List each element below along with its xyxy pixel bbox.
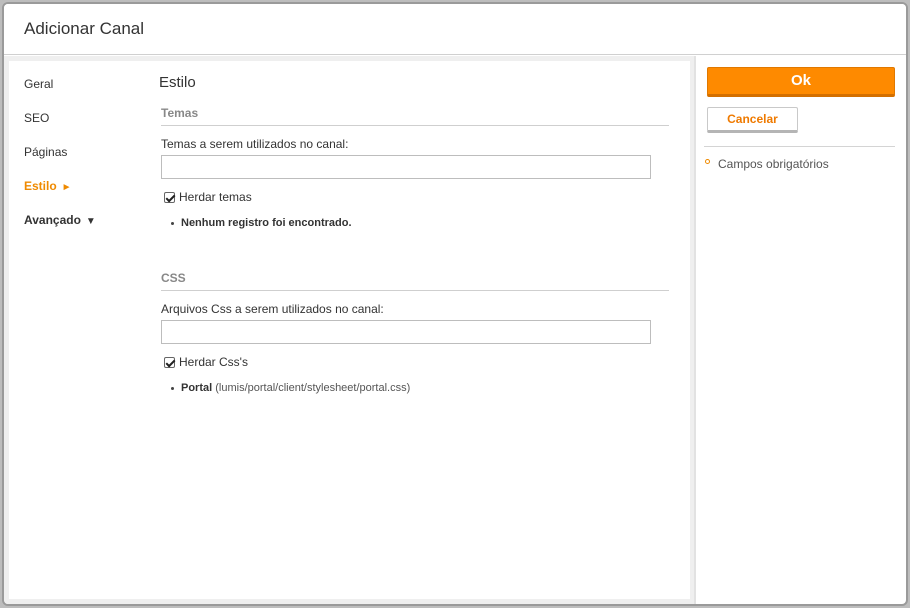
ok-button[interactable]: Ok	[707, 67, 895, 97]
add-channel-dialog: Adicionar Canal Geral SEO Páginas Estilo…	[2, 2, 908, 606]
temas-header: Temas	[161, 106, 669, 126]
herdar-temas-row[interactable]: Herdar temas	[164, 190, 252, 204]
css-item-name: Portal	[181, 382, 213, 394]
nav-item-avancado[interactable]: Avançado ▼	[24, 213, 96, 227]
vertical-divider	[694, 56, 696, 604]
css-item-path: (lumis/portal/client/stylesheet/portal.c…	[215, 382, 411, 394]
main-area: Geral SEO Páginas Estilo ► Avançado ▼ Esti…	[4, 56, 694, 604]
nav-item-geral[interactable]: Geral	[24, 77, 53, 91]
herdar-temas-checkbox[interactable]	[164, 191, 175, 203]
herdar-css-row[interactable]: Herdar Css's	[164, 355, 248, 369]
css-field-label: Arquivos Css a serem utilizados no canal…	[161, 302, 384, 316]
nav-item-label: Páginas	[24, 145, 68, 159]
nav-item-label: Geral	[24, 77, 54, 91]
css-header: CSS	[161, 271, 669, 291]
nav-item-seo[interactable]: SEO	[24, 111, 49, 125]
temas-input[interactable]	[161, 155, 651, 179]
herdar-css-label: Herdar Css's	[179, 355, 248, 369]
main-panel: Geral SEO Páginas Estilo ► Avançado ▼ Esti…	[9, 61, 690, 599]
css-input[interactable]	[161, 320, 651, 344]
nav-item-label: Avançado	[24, 213, 81, 227]
nav-item-label: SEO	[24, 111, 50, 125]
herdar-temas-label: Herdar temas	[179, 190, 252, 204]
list-item: Nenhum registro foi encontrado.	[171, 217, 352, 229]
dialog-title-bar: Adicionar Canal	[4, 4, 906, 55]
sidebar-divider	[704, 146, 895, 147]
nav-item-label: Estilo	[24, 179, 57, 193]
nav-item-estilo[interactable]: Estilo ►	[24, 179, 72, 193]
temas-field-label: Temas a serem utilizados no canal:	[161, 137, 349, 151]
dialog-title: Adicionar Canal	[24, 19, 145, 38]
required-icon	[705, 158, 710, 164]
chevron-right-icon: ►	[61, 182, 72, 193]
empty-message: Nenhum registro foi encontrado.	[181, 217, 352, 229]
herdar-css-checkbox[interactable]	[164, 356, 175, 368]
required-fields-note: Campos obrigatórios	[705, 157, 829, 171]
required-note-text: Campos obrigatórios	[718, 157, 829, 171]
chevron-down-icon: ▼	[85, 216, 96, 227]
section-title: Estilo	[159, 74, 196, 91]
nav-item-paginas[interactable]: Páginas	[24, 145, 67, 159]
cancel-button[interactable]: Cancelar	[707, 107, 798, 133]
list-item: Portal (lumis/portal/client/stylesheet/p…	[170, 382, 411, 394]
